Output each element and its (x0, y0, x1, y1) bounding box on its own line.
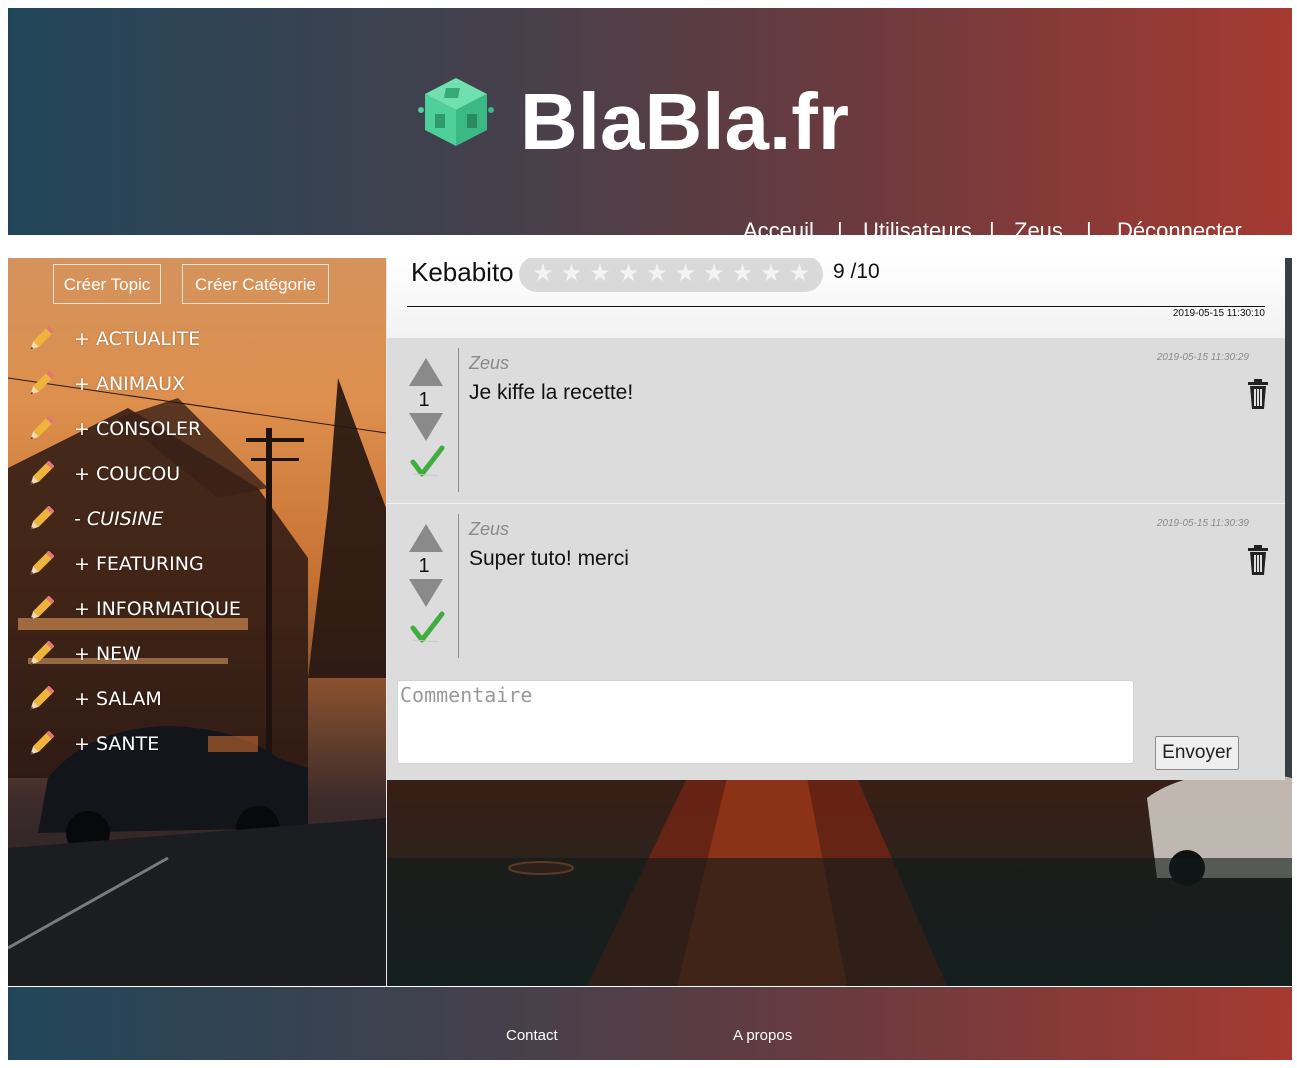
downvote-arrow-icon[interactable] (407, 411, 445, 443)
comment-input[interactable] (397, 680, 1134, 764)
trash-icon[interactable] (1247, 378, 1269, 410)
comment: 1 Zeus 2019-05-15 11:30:29 Je kiffe la r… (387, 338, 1285, 504)
pencil-icon[interactable] (28, 596, 54, 622)
pencil-icon[interactable] (28, 461, 54, 487)
accept-check-icon[interactable] (409, 610, 445, 646)
star-icon[interactable]: ★ (643, 260, 671, 288)
nav-profile[interactable]: Zeus (1014, 216, 1063, 246)
nav-users[interactable]: Utilisateurs (863, 216, 972, 246)
vote-count: 1 (418, 555, 430, 577)
comment-author[interactable]: Zeus (469, 518, 509, 540)
category-label[interactable]: + COUCOU (74, 461, 180, 487)
category-label[interactable]: + FEATURING (74, 551, 204, 577)
vertical-divider (458, 348, 459, 492)
star-icon[interactable]: ★ (615, 260, 643, 288)
category-item[interactable]: + ACTUALITE (8, 318, 386, 363)
star-icon[interactable]: ★ (700, 260, 728, 288)
accept-check-icon[interactable] (409, 444, 445, 480)
star-icon[interactable]: ★ (786, 260, 814, 288)
pencil-icon[interactable] (28, 686, 54, 712)
create-topic-button[interactable]: Créer Topic (53, 264, 161, 304)
star-icon[interactable]: ★ (529, 260, 557, 288)
star-icon[interactable]: ★ (729, 260, 757, 288)
send-button[interactable]: Envoyer (1155, 736, 1239, 770)
pencil-icon[interactable] (28, 326, 54, 352)
downvote-arrow-icon[interactable] (407, 577, 445, 609)
comment-text: Je kiffe la recette! (469, 381, 634, 404)
pencil-icon[interactable] (28, 641, 54, 667)
star-icon[interactable]: ★ (757, 260, 785, 288)
footer-about-link[interactable]: A propos (733, 1027, 792, 1045)
upvote-arrow-icon[interactable] (407, 522, 445, 554)
site-header: BlaBla.fr Acceuil | Utilisateurs | Zeus … (8, 8, 1292, 243)
category-label[interactable]: + ANIMAUX (74, 371, 185, 397)
rating-value: 9 /10 (833, 260, 880, 283)
nav-separator: | (837, 218, 843, 243)
main-nav: Acceuil | Utilisateurs | Zeus | Déconnec… (8, 216, 1292, 246)
topic-header: Kebabito ★ ★ ★ ★ ★ ★ ★ ★ ★ ★ 9 /10 2019-… (387, 258, 1285, 338)
comment-author[interactable]: Zeus (469, 352, 509, 374)
comment-form: Envoyer (387, 669, 1285, 780)
star-rating[interactable]: ★ ★ ★ ★ ★ ★ ★ ★ ★ ★ (519, 258, 823, 292)
footer-contact-link[interactable]: Contact (506, 1027, 558, 1045)
comment-date: 2019-05-15 11:30:39 (1156, 518, 1249, 529)
divider (407, 306, 1265, 307)
pencil-icon[interactable] (28, 416, 54, 442)
category-item[interactable]: + CONSOLER (8, 408, 386, 453)
category-item[interactable]: + SANTE (8, 723, 386, 768)
upvote-arrow-icon[interactable] (407, 356, 445, 388)
star-icon[interactable]: ★ (672, 260, 700, 288)
topic-date: 2019-05-15 11:30:10 (1172, 308, 1265, 319)
category-item[interactable]: + INFORMATIQUE (8, 588, 386, 633)
category-item-active[interactable]: - CUISINE (8, 498, 386, 543)
pencil-icon[interactable] (28, 371, 54, 397)
vote-count: 1 (418, 389, 430, 411)
pencil-icon[interactable] (28, 506, 54, 532)
category-item[interactable]: + COUCOU (8, 453, 386, 498)
cube-logo-icon[interactable] (413, 70, 499, 156)
site-footer: Contact A propos (8, 987, 1292, 1060)
category-item[interactable]: + ANIMAUX (8, 363, 386, 408)
category-item[interactable]: + SALAM (8, 678, 386, 723)
topic-panel: Kebabito ★ ★ ★ ★ ★ ★ ★ ★ ★ ★ 9 /10 2019-… (387, 258, 1292, 986)
nav-logout[interactable]: Déconnecter (1117, 216, 1242, 246)
category-label[interactable]: + INFORMATIQUE (74, 596, 241, 622)
comment-text: Super tuto! merci (469, 547, 629, 570)
category-item[interactable]: + FEATURING (8, 543, 386, 588)
topic-title: Kebabito (411, 258, 514, 287)
star-icon[interactable]: ★ (558, 260, 586, 288)
vertical-divider (458, 514, 459, 658)
category-label[interactable]: + CONSOLER (74, 416, 201, 442)
create-category-button[interactable]: Créer Catégorie (182, 264, 329, 304)
trash-icon[interactable] (1247, 544, 1269, 576)
category-item[interactable]: + NEW (8, 633, 386, 678)
nav-separator: | (1086, 218, 1092, 243)
comment-date: 2019-05-15 11:30:29 (1156, 352, 1249, 363)
nav-separator: | (989, 218, 995, 243)
nav-home[interactable]: Acceuil (743, 216, 814, 246)
comment: 1 Zeus 2019-05-15 11:30:39 Super tuto! m… (387, 504, 1285, 670)
category-label[interactable]: + SALAM (74, 686, 162, 712)
site-title[interactable]: BlaBla.fr (520, 76, 849, 168)
category-label[interactable]: - CUISINE (74, 506, 164, 532)
pencil-icon[interactable] (28, 551, 54, 577)
category-label[interactable]: + SANTE (74, 731, 159, 757)
star-icon[interactable]: ★ (586, 260, 614, 288)
category-sidebar: Créer Topic Créer Catégorie + ACTUALITE … (8, 258, 387, 986)
category-label[interactable]: + NEW (74, 641, 141, 667)
category-label[interactable]: + ACTUALITE (74, 326, 200, 352)
pencil-icon[interactable] (28, 731, 54, 757)
